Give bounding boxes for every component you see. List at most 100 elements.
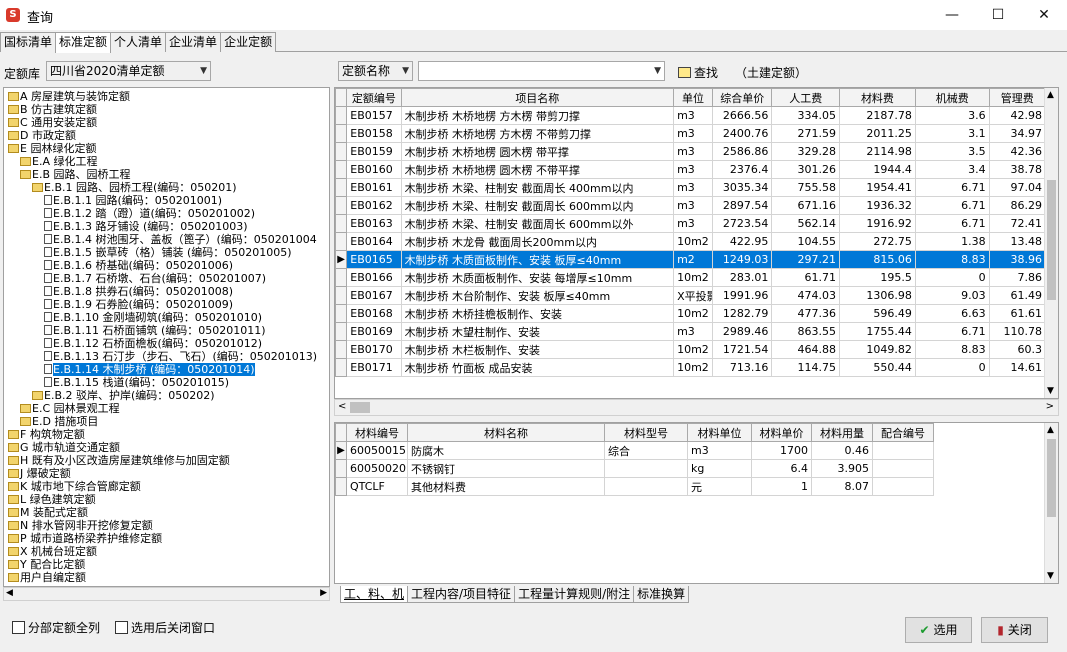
row-header[interactable]	[335, 124, 348, 143]
table-cell[interactable]: 815.06	[839, 250, 916, 269]
table-row[interactable]: EB0166 木制步桥 木质面板制作、安装 每增厚≤10mm 10m2 283.01 6…	[335, 268, 1047, 287]
table-cell[interactable]: EB0171	[346, 358, 402, 377]
row-header[interactable]	[335, 477, 347, 496]
table-cell[interactable]: 3.4	[914, 160, 990, 179]
row-header[interactable]	[335, 196, 348, 215]
table-row[interactable]: EB0168 木制步桥 木桥挂檐板制作、安装 10m2 1282.79 477.36 59…	[335, 304, 1047, 323]
table-cell[interactable]: 木制步桥 木桥地楞 圆木楞 不带平撑	[400, 160, 675, 179]
select-button[interactable]: ✔ 选用	[905, 617, 972, 643]
table-cell[interactable]: 0	[914, 358, 990, 377]
table-cell[interactable]: kg	[687, 459, 752, 478]
scroll-down-icon[interactable]: ▼	[1047, 571, 1054, 581]
search-field-select[interactable]: 定额名称 ▼	[338, 61, 413, 81]
table-cell[interactable]: 42.98	[988, 106, 1047, 125]
expand-all-checkbox[interactable]: 分部定额全列	[12, 621, 100, 635]
grid-horizontal-scrollbar[interactable]: < >	[334, 399, 1059, 416]
tree-node[interactable]: M 装配式定额	[8, 506, 88, 519]
table-cell[interactable]: 2586.86	[711, 142, 773, 161]
column-header[interactable]: 材料单价	[751, 423, 812, 442]
table-cell[interactable]: 1700	[751, 441, 812, 460]
table-cell[interactable]: EB0157	[346, 106, 402, 125]
table-cell[interactable]: EB0166	[346, 268, 402, 287]
table-cell[interactable]: 114.75	[771, 358, 841, 377]
table-cell[interactable]: 3.1	[914, 124, 990, 143]
table-cell[interactable]: 334.05	[771, 106, 841, 125]
table-cell[interactable]: EB0167	[346, 286, 402, 305]
table-cell[interactable]: m3	[673, 124, 713, 143]
tree-node[interactable]: E.B.1.10 金刚墙砌筑(编码：050201010)	[44, 311, 262, 324]
table-cell[interactable]: 0.46	[811, 441, 873, 460]
table-cell[interactable]: 301.26	[771, 160, 841, 179]
table-cell[interactable]: 60050020	[346, 459, 408, 478]
table-cell[interactable]: 34.97	[988, 124, 1047, 143]
table-cell[interactable]: 10m2	[673, 340, 713, 359]
table-cell[interactable]: 木制步桥 木桥地楞 方木楞 带剪刀撑	[400, 106, 675, 125]
row-header[interactable]	[335, 232, 348, 251]
table-row[interactable]: ▶ EB0165 木制步桥 木质面板制作、安装 板厚≤40mm m2 1249.03 29…	[335, 250, 1047, 269]
table-cell[interactable]: 1249.03	[711, 250, 773, 269]
table-cell[interactable]: 195.5	[839, 268, 916, 287]
table-cell[interactable]: 60.3	[988, 340, 1047, 359]
tree-node[interactable]: E.C 园林景观工程	[20, 402, 120, 415]
table-cell[interactable]: 8.07	[811, 477, 873, 496]
tree-node[interactable]: E.B.1.12 石桥面檐板(编码：050201012)	[44, 337, 262, 350]
table-cell[interactable]: 不锈钢钉	[407, 459, 605, 478]
scroll-thumb[interactable]	[350, 402, 370, 413]
column-header[interactable]: 机械费	[914, 88, 990, 107]
scroll-right-icon[interactable]: ▶	[320, 588, 327, 598]
table-cell[interactable]: QTCLF	[346, 477, 408, 496]
table-cell[interactable]	[872, 441, 934, 460]
table-cell[interactable]: 2114.98	[839, 142, 916, 161]
table-cell[interactable]: 3.905	[811, 459, 873, 478]
table-cell[interactable]: EB0163	[346, 214, 402, 233]
table-cell[interactable]: 木制步桥 木桥地楞 圆木楞 带平撑	[400, 142, 675, 161]
table-row[interactable]: EB0170 木制步桥 木栏板制作、安装 10m2 1721.54 464.88 1049…	[335, 340, 1047, 359]
table-cell[interactable]: 1991.96	[711, 286, 773, 305]
row-header[interactable]	[335, 322, 348, 341]
column-header[interactable]: 项目名称	[400, 88, 675, 107]
table-row[interactable]: EB0160 木制步桥 木桥地楞 圆木楞 不带平撑 m3 2376.4 301.26 19…	[335, 160, 1047, 179]
library-select[interactable]: 四川省2020清单定额 ▼	[46, 61, 211, 81]
tree-node[interactable]: D 市政定额	[8, 129, 76, 142]
table-cell[interactable]: EB0165	[346, 250, 402, 269]
table-cell[interactable]: 297.21	[771, 250, 841, 269]
table-cell[interactable]: m2	[673, 250, 713, 269]
column-header[interactable]: 综合单价	[711, 88, 773, 107]
tree-node[interactable]: P 城市道路桥梁养护维修定额	[8, 532, 162, 545]
table-cell[interactable]	[872, 477, 934, 496]
table-cell[interactable]: 329.28	[771, 142, 841, 161]
table-cell[interactable]: 8.83	[914, 340, 990, 359]
row-header[interactable]	[335, 286, 348, 305]
table-cell[interactable]: 1282.79	[711, 304, 773, 323]
tree-node[interactable]: H 既有及小区改造房屋建筑维修与加固定额	[8, 454, 230, 467]
table-cell[interactable]: EB0162	[346, 196, 402, 215]
table-cell[interactable]: 1721.54	[711, 340, 773, 359]
table-row[interactable]: EB0171 木制步桥 竹面板 成品安装 10m2 713.16 114.75 550.4…	[335, 358, 1047, 377]
table-cell[interactable]: 10m2	[673, 268, 713, 287]
table-cell[interactable]: 86.29	[988, 196, 1047, 215]
table-cell[interactable]: 42.36	[988, 142, 1047, 161]
table-cell[interactable]: 1306.98	[839, 286, 916, 305]
tree-node[interactable]: E.B.1.13 石汀步（步石、飞石）(编码：050201013)	[44, 350, 317, 363]
table-cell[interactable]: 422.95	[711, 232, 773, 251]
table-cell[interactable]: 2376.4	[711, 160, 773, 179]
tree-node[interactable]: E.B.1.8 拱券石(编码：050201008)	[44, 285, 233, 298]
tree-node[interactable]: E.B.2 驳岸、护岸(编码：050202)	[32, 389, 215, 402]
tree-node[interactable]: G 城市轨道交通定额	[8, 441, 120, 454]
scroll-left-icon[interactable]: <	[338, 401, 346, 412]
table-cell[interactable]: 木制步桥 木桥挂檐板制作、安装	[400, 304, 675, 323]
table-cell[interactable]: 61.61	[988, 304, 1047, 323]
table-cell[interactable]: EB0164	[346, 232, 402, 251]
table-cell[interactable]: 木制步桥 木龙骨 截面周长200mm以内	[400, 232, 675, 251]
material-vertical-scrollbar[interactable]: ▲ ▼	[1044, 423, 1058, 583]
scroll-up-icon[interactable]: ▲	[1047, 90, 1054, 100]
table-row[interactable]: EB0163 木制步桥 木梁、柱制安 截面周长 600mm以外 m3 2723.54 5…	[335, 214, 1047, 233]
table-cell[interactable]: 9.03	[914, 286, 990, 305]
tree-node[interactable]: A 房屋建筑与装饰定额	[8, 90, 130, 103]
column-header[interactable]: 材料型号	[604, 423, 688, 442]
tree-node[interactable]: E.B.1.3 路牙铺设 (编码：050201003)	[44, 220, 248, 233]
table-row[interactable]: EB0162 木制步桥 木梁、柱制安 截面周长 600mm以内 m3 2897.54 6…	[335, 196, 1047, 215]
table-cell[interactable]: 6.71	[914, 214, 990, 233]
table-cell[interactable]: 木制步桥 木梁、柱制安 截面周长 600mm以外	[400, 214, 675, 233]
table-cell[interactable]: m3	[673, 142, 713, 161]
